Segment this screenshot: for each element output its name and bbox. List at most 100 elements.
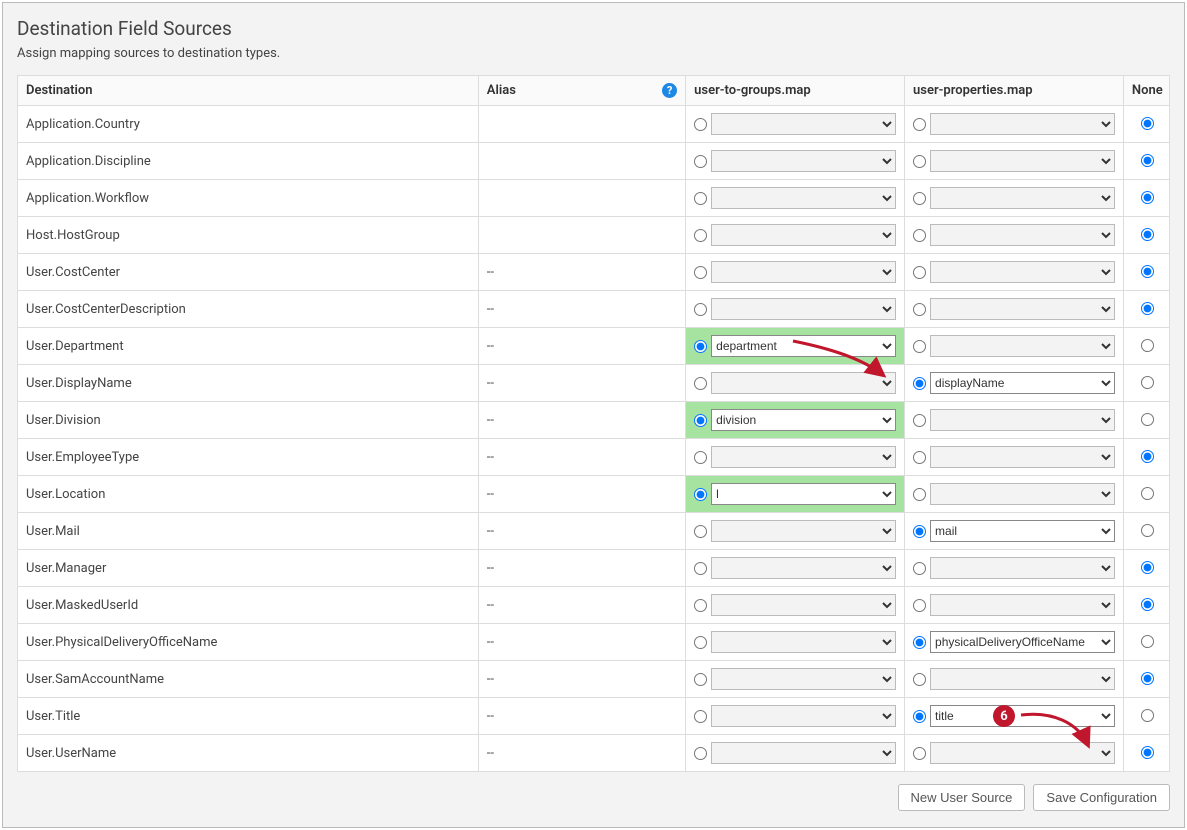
select-source-1[interactable]	[711, 594, 896, 616]
select-source-2[interactable]	[930, 742, 1115, 764]
table-row: User.SamAccountName--	[18, 661, 1170, 698]
select-source-2[interactable]	[930, 224, 1115, 246]
new-user-source-button[interactable]: New User Source	[898, 784, 1026, 811]
actions-bar: New User Source Save Configuration	[17, 784, 1170, 811]
select-source-1[interactable]	[711, 668, 896, 690]
radio-source-1[interactable]	[694, 488, 707, 501]
select-source-1[interactable]	[711, 261, 896, 283]
select-source-2[interactable]	[930, 187, 1115, 209]
select-source-2[interactable]	[930, 446, 1115, 468]
select-source-2[interactable]	[930, 113, 1115, 135]
radio-none[interactable]	[1141, 339, 1154, 352]
radio-none[interactable]	[1141, 524, 1154, 537]
radio-source-2[interactable]	[913, 525, 926, 538]
radio-source-1[interactable]	[694, 303, 707, 316]
radio-none[interactable]	[1141, 376, 1154, 389]
radio-none[interactable]	[1141, 265, 1154, 278]
select-source-1[interactable]: l	[711, 483, 896, 505]
select-source-2[interactable]	[930, 261, 1115, 283]
radio-source-2[interactable]	[913, 155, 926, 168]
radio-source-2[interactable]	[913, 229, 926, 242]
radio-none[interactable]	[1141, 228, 1154, 241]
radio-source-2[interactable]	[913, 414, 926, 427]
radio-source-2[interactable]	[913, 599, 926, 612]
select-source-1[interactable]: department	[711, 335, 896, 357]
select-source-1[interactable]	[711, 557, 896, 579]
radio-source-2[interactable]	[913, 636, 926, 649]
table-row: User.PhysicalDeliveryOfficeName--physica…	[18, 624, 1170, 661]
radio-source-2[interactable]	[913, 192, 926, 205]
table-row: Application.Country	[18, 106, 1170, 143]
select-source-2[interactable]	[930, 335, 1115, 357]
radio-source-2[interactable]	[913, 673, 926, 686]
select-source-2[interactable]: physicalDeliveryOfficeName	[930, 631, 1115, 653]
cell-destination: Host.HostGroup	[18, 217, 479, 254]
radio-none[interactable]	[1141, 117, 1154, 130]
radio-source-2[interactable]	[913, 451, 926, 464]
select-source-2[interactable]	[930, 483, 1115, 505]
radio-none[interactable]	[1141, 191, 1154, 204]
select-source-1[interactable]	[711, 113, 896, 135]
select-source-2[interactable]: title	[930, 705, 1115, 727]
select-source-1[interactable]	[711, 150, 896, 172]
radio-source-2[interactable]	[913, 340, 926, 353]
select-source-1[interactable]	[711, 224, 896, 246]
radio-none[interactable]	[1141, 450, 1154, 463]
select-source-1[interactable]	[711, 705, 896, 727]
save-configuration-button[interactable]: Save Configuration	[1033, 784, 1170, 811]
radio-source-1[interactable]	[694, 229, 707, 242]
radio-source-1[interactable]	[694, 414, 707, 427]
radio-source-2[interactable]	[913, 266, 926, 279]
radio-source-2[interactable]	[913, 747, 926, 760]
select-source-1[interactable]: division	[711, 409, 896, 431]
help-icon[interactable]: ?	[662, 83, 677, 98]
cell-source-1	[686, 180, 905, 217]
radio-source-1[interactable]	[694, 710, 707, 723]
radio-source-1[interactable]	[694, 525, 707, 538]
select-source-2[interactable]	[930, 594, 1115, 616]
radio-none[interactable]	[1141, 746, 1154, 759]
radio-source-1[interactable]	[694, 155, 707, 168]
radio-none[interactable]	[1141, 598, 1154, 611]
select-source-1[interactable]	[711, 372, 896, 394]
select-source-2[interactable]	[930, 409, 1115, 431]
radio-source-1[interactable]	[694, 266, 707, 279]
radio-none[interactable]	[1141, 672, 1154, 685]
select-source-2[interactable]	[930, 298, 1115, 320]
select-source-1[interactable]	[711, 520, 896, 542]
radio-none[interactable]	[1141, 487, 1154, 500]
radio-source-1[interactable]	[694, 673, 707, 686]
radio-none[interactable]	[1141, 709, 1154, 722]
radio-source-1[interactable]	[694, 562, 707, 575]
select-source-1[interactable]	[711, 631, 896, 653]
select-source-2[interactable]	[930, 668, 1115, 690]
radio-source-1[interactable]	[694, 747, 707, 760]
select-source-1[interactable]	[711, 187, 896, 209]
radio-source-1[interactable]	[694, 451, 707, 464]
radio-source-1[interactable]	[694, 599, 707, 612]
radio-source-1[interactable]	[694, 340, 707, 353]
select-source-2[interactable]: mail	[930, 520, 1115, 542]
select-source-2[interactable]	[930, 557, 1115, 579]
select-source-2[interactable]	[930, 150, 1115, 172]
cell-none	[1123, 587, 1169, 624]
select-source-1[interactable]	[711, 742, 896, 764]
radio-source-2[interactable]	[913, 562, 926, 575]
radio-source-2[interactable]	[913, 377, 926, 390]
radio-source-1[interactable]	[694, 377, 707, 390]
radio-source-2[interactable]	[913, 118, 926, 131]
radio-source-2[interactable]	[913, 710, 926, 723]
radio-none[interactable]	[1141, 302, 1154, 315]
select-source-2[interactable]: displayName	[930, 372, 1115, 394]
radio-none[interactable]	[1141, 154, 1154, 167]
radio-none[interactable]	[1141, 413, 1154, 426]
radio-source-1[interactable]	[694, 192, 707, 205]
select-source-1[interactable]	[711, 298, 896, 320]
select-source-1[interactable]	[711, 446, 896, 468]
radio-none[interactable]	[1141, 561, 1154, 574]
radio-source-2[interactable]	[913, 303, 926, 316]
radio-source-1[interactable]	[694, 636, 707, 649]
radio-none[interactable]	[1141, 635, 1154, 648]
radio-source-2[interactable]	[913, 488, 926, 501]
radio-source-1[interactable]	[694, 118, 707, 131]
